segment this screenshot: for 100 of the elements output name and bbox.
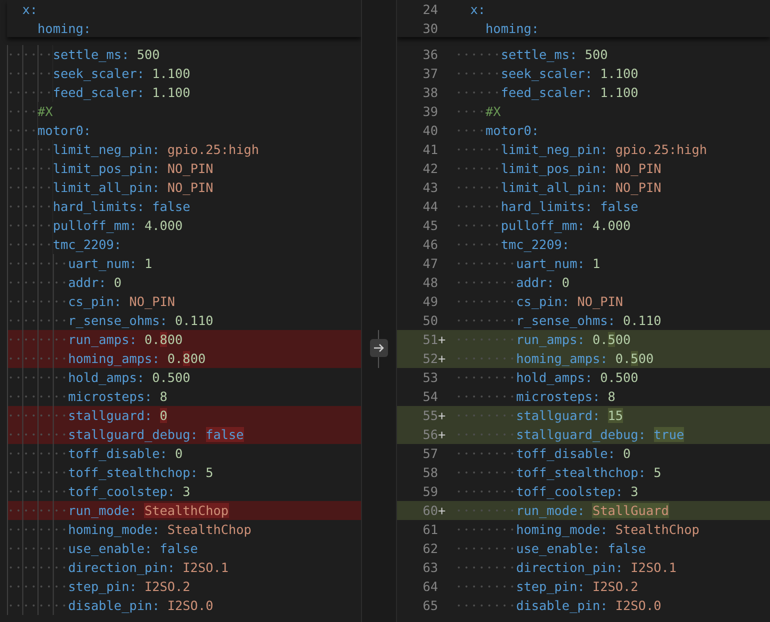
- code-line: hard_limits: false: [500, 198, 638, 216]
- added-marker: +: [438, 426, 447, 444]
- code-line: settle_ms: 500: [500, 46, 608, 64]
- revert-arrow-button[interactable]: [370, 339, 388, 357]
- line-number: 36: [422, 46, 438, 64]
- line-number: 37: [422, 65, 438, 83]
- code-line: step_pin: I2SO.2: [516, 578, 638, 596]
- code-line: microsteps: 8: [516, 388, 616, 406]
- code-line: toff_disable: 0: [516, 445, 631, 463]
- line-number: 58: [422, 464, 438, 482]
- line-number: 43: [422, 179, 438, 197]
- added-marker: +: [438, 502, 447, 520]
- code-line: stallguard: 15: [516, 407, 624, 425]
- code-line: tmc_2209:: [52, 236, 122, 254]
- code-line: homing:: [486, 20, 540, 38]
- line-number: 63: [422, 559, 438, 577]
- code-line: x:: [22, 1, 38, 19]
- line-number: 48: [422, 274, 438, 292]
- code-line: feed_scaler: 1.100: [500, 84, 638, 102]
- code-line: cs_pin: NO_PIN: [516, 293, 624, 311]
- line-number: 61: [422, 521, 438, 539]
- code-line: pulloff_mm: 4.000: [500, 217, 631, 235]
- code-line: disable_pin: I2SO.0: [516, 597, 662, 615]
- code-line: limit_neg_pin: gpio.25:high: [52, 141, 260, 159]
- added-marker: +: [438, 331, 447, 349]
- code-line: toff_coolstep: 3: [68, 483, 190, 501]
- line-number: 62: [422, 540, 438, 558]
- code-line: hold_amps: 0.500: [516, 369, 638, 387]
- code-line: stallguard_debug: false: [68, 426, 244, 444]
- line-number: 41: [422, 141, 438, 159]
- code-line: use_enable: false: [68, 540, 198, 558]
- line-number: 53: [422, 369, 438, 387]
- code-line: toff_stealthchop: 5: [68, 464, 214, 482]
- code-line: limit_all_pin: NO_PIN: [52, 179, 214, 197]
- code-line: run_amps: 0.500: [516, 331, 631, 349]
- code-line: feed_scaler: 1.100: [52, 84, 190, 102]
- line-number: 54: [422, 388, 438, 406]
- line-number: 49: [422, 293, 438, 311]
- code-line: uart_num: 1: [516, 255, 600, 273]
- line-number: 59: [422, 483, 438, 501]
- line-number: 44: [422, 198, 438, 216]
- line-number: 40: [422, 122, 438, 140]
- code-line: homing_mode: StealthChop: [68, 521, 252, 539]
- code-line: limit_pos_pin: NO_PIN: [500, 160, 662, 178]
- code-line: use_enable: false: [516, 540, 646, 558]
- code-line: pulloff_mm: 4.000: [52, 217, 183, 235]
- code-line: seek_scaler: 1.100: [500, 65, 638, 83]
- line-number: 47: [422, 255, 438, 273]
- line-number: 55: [422, 407, 438, 425]
- code-line: #X: [486, 103, 501, 121]
- code-line: toff_disable: 0: [68, 445, 183, 463]
- line-number: 42: [422, 160, 438, 178]
- code-line: direction_pin: I2SO.1: [68, 559, 229, 577]
- code-line: disable_pin: I2SO.0: [68, 597, 214, 615]
- code-line: #X: [38, 103, 53, 121]
- code-line: motor0:: [38, 122, 92, 140]
- code-line: addr: 0: [68, 274, 122, 292]
- code-line: tmc_2209:: [500, 236, 570, 254]
- code-line: homing_amps: 0.800: [68, 350, 206, 368]
- code-line: r_sense_ohms: 0.110: [68, 312, 214, 330]
- line-number: 65: [422, 597, 438, 615]
- line-number: 57: [422, 445, 438, 463]
- line-number: 24: [422, 1, 438, 19]
- code-line: hard_limits: false: [52, 198, 190, 216]
- code-line: seek_scaler: 1.100: [52, 65, 190, 83]
- code-line: motor0:: [486, 122, 540, 140]
- line-number: 45: [422, 217, 438, 235]
- code-line: homing_mode: StealthChop: [516, 521, 700, 539]
- line-number: 39: [422, 103, 438, 121]
- code-line: addr: 0: [516, 274, 570, 292]
- right-arrow-icon: [373, 343, 385, 353]
- code-line: homing:: [38, 20, 92, 38]
- line-number: 52: [422, 350, 438, 368]
- indent-whitespace-dots: [7, 501, 68, 520]
- code-line: settle_ms: 500: [52, 46, 160, 64]
- code-line: hold_amps: 0.500: [68, 369, 190, 387]
- line-number: 30: [422, 20, 438, 38]
- code-line: limit_pos_pin: NO_PIN: [52, 160, 214, 178]
- line-number: 64: [422, 578, 438, 596]
- code-line: x:: [470, 1, 486, 19]
- added-marker: +: [438, 350, 447, 368]
- code-line: homing_amps: 0.500: [516, 350, 654, 368]
- code-line: run_amps: 0.800: [68, 331, 183, 349]
- code-line: stallguard: 0: [68, 407, 168, 425]
- code-line: toff_coolstep: 3: [516, 483, 638, 501]
- code-line: microsteps: 8: [68, 388, 168, 406]
- code-line: direction_pin: I2SO.1: [516, 559, 677, 577]
- line-number: 46: [422, 236, 438, 254]
- code-line: run_mode: StealthChop: [68, 502, 228, 520]
- code-line: limit_neg_pin: gpio.25:high: [500, 141, 708, 159]
- code-line: limit_all_pin: NO_PIN: [500, 179, 662, 197]
- code-line: cs_pin: NO_PIN: [68, 293, 176, 311]
- code-line: toff_stealthchop: 5: [516, 464, 662, 482]
- code-line: stallguard_debug: true: [516, 426, 684, 444]
- line-number: 51: [422, 331, 438, 349]
- line-number: 50: [422, 312, 438, 330]
- line-number: 56: [422, 426, 438, 444]
- code-line: run_mode: StallGuard: [516, 502, 669, 520]
- code-line: uart_num: 1: [68, 255, 152, 273]
- line-number: 38: [422, 84, 438, 102]
